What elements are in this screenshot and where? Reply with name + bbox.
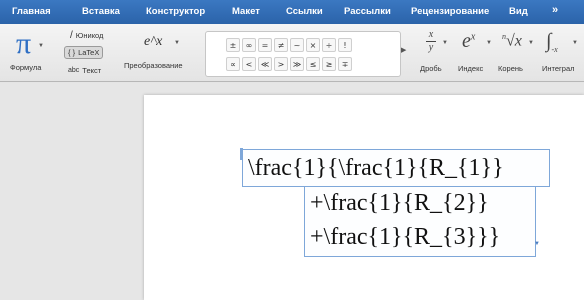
ribbon-tab-bar: Главная Вставка Конструктор Макет Ссылки…: [0, 0, 584, 24]
pi-icon: π: [16, 27, 32, 60]
chevron-down-icon: ▼: [572, 40, 578, 46]
tab-mailings[interactable]: Рассылки: [344, 6, 391, 17]
symbol-proportional[interactable]: ∝: [226, 57, 240, 71]
symbol-factorial[interactable]: !: [338, 38, 352, 52]
symbols-gallery: ± ∞ = ≠ ~ × ÷ ! ∝ < ≪ > ≫ ≤ ≥ ∓: [205, 31, 401, 77]
equation-line-1[interactable]: \frac{1}{\frac{1}{R_{1}}: [248, 154, 504, 182]
tab-references[interactable]: Ссылки: [286, 6, 323, 17]
equation-options-icon[interactable]: ▼: [534, 241, 540, 247]
gallery-expand-icon[interactable]: ▶: [401, 46, 406, 54]
fraction-button[interactable]: xy ▼ Дробь: [418, 28, 454, 78]
expression-preview: e^x: [144, 34, 163, 49]
chevron-down-icon: ▼: [486, 40, 492, 46]
convert-label: Преобразование: [124, 61, 183, 70]
chevron-down-icon: ▼: [528, 40, 534, 46]
document-area: \frac{1}{\frac{1}{R_{1}} +\frac{1}{R_{2}…: [0, 83, 584, 300]
symbol-plus-minus[interactable]: ±: [226, 38, 240, 52]
tab-home[interactable]: Главная: [12, 6, 51, 17]
tabs-overflow-button[interactable]: »: [552, 4, 558, 16]
unicode-option[interactable]: / Юникод: [70, 30, 103, 41]
slash-icon: /: [70, 30, 73, 41]
formula-label: Формула: [10, 63, 42, 72]
symbol-divide[interactable]: ÷: [322, 38, 336, 52]
symbol-less-equal[interactable]: ≤: [306, 57, 320, 71]
formula-button[interactable]: π ▼ Формула: [10, 27, 52, 77]
fraction-icon: xy: [426, 30, 436, 53]
tab-design[interactable]: Конструктор: [146, 6, 205, 17]
symbol-equals[interactable]: =: [258, 38, 272, 52]
convert-button[interactable]: e^x ▼ Преобразование: [124, 30, 198, 76]
document-page[interactable]: \frac{1}{\frac{1}{R_{1}} +\frac{1}{R_{2}…: [144, 95, 584, 300]
equation-ribbon: π ▼ Формула / Юникод { } LaTeX abc Текст…: [0, 24, 584, 82]
chevron-down-icon: ▼: [442, 40, 448, 46]
integral-button[interactable]: ∫-x ▼ Интеграл: [540, 28, 584, 78]
latex-option[interactable]: { } LaTeX: [64, 46, 104, 59]
tab-view[interactable]: Вид: [509, 6, 528, 17]
symbol-greater-equal[interactable]: ≥: [322, 57, 336, 71]
chevron-down-icon: ▼: [38, 43, 44, 49]
symbol-greater-than[interactable]: >: [274, 57, 288, 71]
script-icon: ex: [462, 30, 476, 52]
symbol-much-greater[interactable]: ≫: [290, 57, 304, 71]
abc-icon: abc: [68, 67, 80, 74]
symbol-not-equal[interactable]: ≠: [274, 38, 288, 52]
tab-review[interactable]: Рецензирование: [411, 6, 489, 17]
selection-handle[interactable]: [240, 148, 243, 160]
symbol-less-than[interactable]: <: [242, 57, 256, 71]
tab-layout[interactable]: Макет: [232, 6, 260, 17]
symbol-minus-plus[interactable]: ∓: [338, 57, 352, 71]
symbol-times[interactable]: ×: [306, 38, 320, 52]
symbol-much-less[interactable]: ≪: [258, 57, 272, 71]
equation-line-2[interactable]: +\frac{1}{R_{2}}: [310, 189, 489, 217]
text-option[interactable]: abc Текст: [68, 66, 101, 75]
chevron-down-icon: ▼: [174, 40, 180, 46]
symbols-row-1: ± ∞ = ≠ ~ × ÷ !: [226, 38, 352, 52]
script-button[interactable]: ex ▼ Индекс: [458, 28, 494, 78]
braces-icon: { }: [68, 48, 76, 57]
symbol-infinity[interactable]: ∞: [242, 38, 256, 52]
radical-button[interactable]: n√x ▼ Корень: [498, 28, 536, 78]
symbols-row-2: ∝ < ≪ > ≫ ≤ ≥ ∓: [226, 57, 352, 71]
integral-icon: ∫-x: [546, 30, 558, 54]
tab-insert[interactable]: Вставка: [82, 6, 120, 17]
equation-line-3[interactable]: +\frac{1}{R_{3}}}: [310, 223, 500, 251]
radical-icon: n√x: [502, 32, 522, 50]
symbol-tilde[interactable]: ~: [290, 38, 304, 52]
